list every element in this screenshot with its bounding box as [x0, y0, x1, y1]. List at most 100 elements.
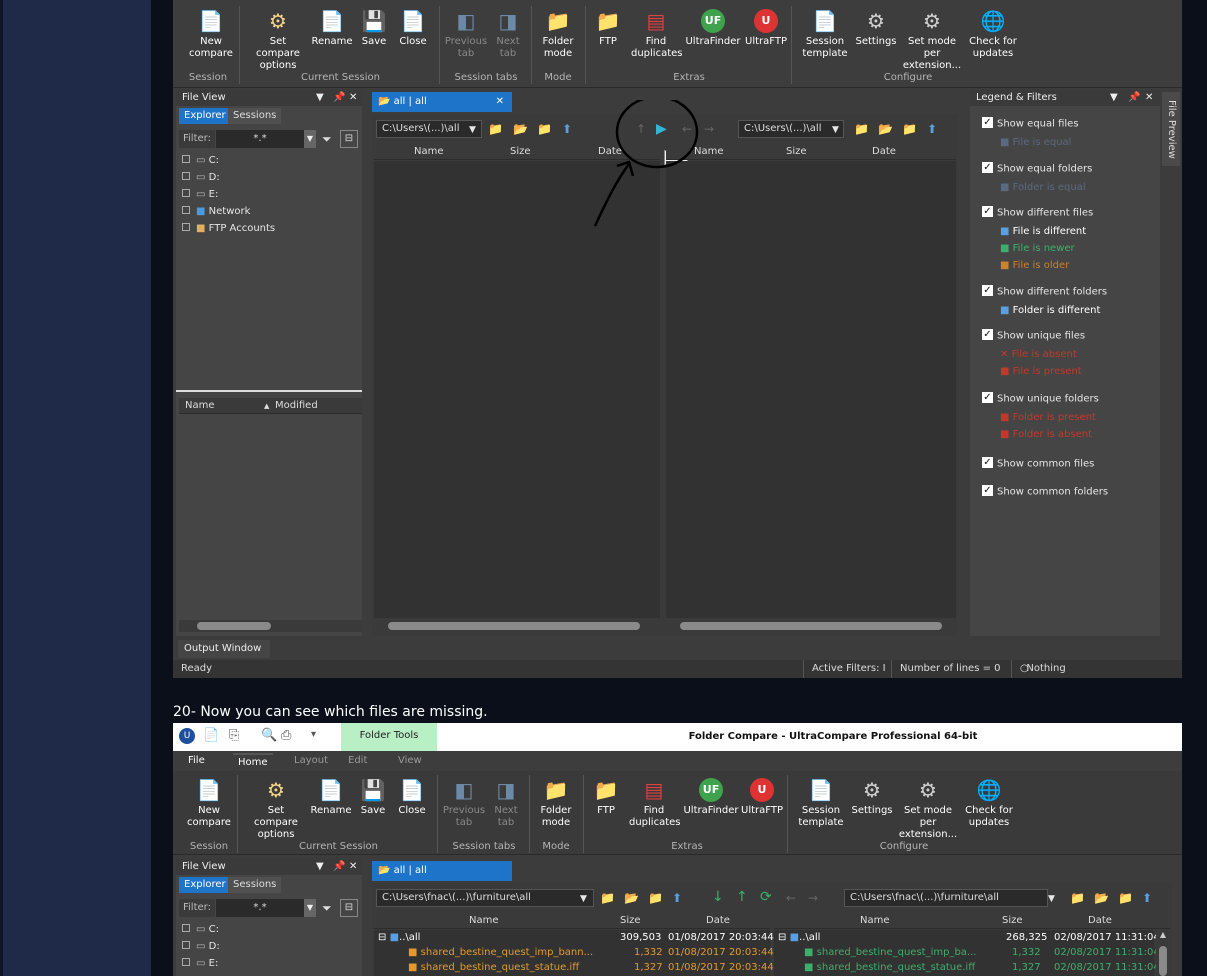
right-horizontal-scrollbar[interactable] — [666, 620, 956, 632]
compare-session-tab[interactable]: 📂 all | all — [372, 861, 512, 881]
right-file-list[interactable] — [666, 161, 956, 618]
rename-button[interactable]: 📄 Rename — [310, 8, 354, 48]
browse-folder-icon[interactable]: 📂 — [1094, 890, 1109, 906]
filter-equal-files[interactable]: ✓ Show equal files — [982, 117, 1079, 130]
ultrafinder-button[interactable]: UF UltraFinder — [683, 8, 743, 48]
checkbox[interactable]: ✓ — [982, 117, 993, 128]
checkbox[interactable]: ✓ — [982, 329, 993, 340]
filter-dropdown[interactable]: ▼ — [304, 130, 316, 148]
close-button[interactable]: 📄 Close — [395, 8, 431, 48]
tree-item-network[interactable]: ■ Network — [182, 203, 275, 220]
recent-folder-icon[interactable]: 📁 — [1118, 890, 1133, 906]
browse-folder-icon[interactable]: 📂 — [624, 890, 639, 906]
filter-unique-files[interactable]: ✓ Show unique files — [982, 329, 1085, 342]
preview-icon[interactable]: 🔍 — [261, 728, 277, 743]
checkbox[interactable]: ✓ — [982, 457, 993, 468]
folder-up-icon[interactable]: 📁 — [1070, 890, 1085, 906]
chevron-down-icon[interactable]: ▼ — [316, 90, 324, 106]
expand-icon[interactable] — [182, 924, 190, 932]
left-file-list[interactable]: ⊟ ■..\all 309,503 01/08/2017 20:03:44 ■ sh… — [374, 930, 774, 976]
close-icon[interactable]: ✕ — [1145, 90, 1153, 106]
list-item[interactable]: ■ shared_bestine_quest_statue.iff 1,327 02… — [804, 960, 1160, 975]
left-path-input[interactable]: C:\Users\fnac\(...)\furniture\all — [376, 889, 594, 907]
tree-item-c[interactable]: ▭ C: — [182, 152, 275, 169]
left-path-dropdown[interactable]: ▼ — [469, 122, 476, 138]
find-duplicates-button[interactable]: ▤ Find duplicates — [631, 8, 683, 60]
filter-different-folders[interactable]: ✓ Show different folders — [982, 285, 1107, 298]
refresh-icon[interactable]: ⟳ — [760, 889, 772, 905]
vertical-scrollbar[interactable]: ▲ — [1156, 930, 1170, 976]
folder-up-icon[interactable]: 📁 — [600, 890, 615, 906]
filter-equal-folders[interactable]: ✓ Show equal folders — [982, 162, 1092, 175]
session-template-button[interactable]: 📄 Session template — [793, 777, 849, 829]
folder-up-icon[interactable]: 📁 — [488, 121, 503, 137]
column-date[interactable]: Date — [706, 913, 730, 929]
horizontal-scrollbar[interactable] — [179, 620, 362, 632]
tab-sessions[interactable]: Sessions — [228, 108, 282, 124]
session-template-button[interactable]: 📄 Session template — [797, 8, 853, 60]
save-button[interactable]: 💾 Save — [355, 777, 391, 817]
tree-item-e[interactable]: ▭ E: — [182, 955, 220, 972]
expand-icon[interactable] — [182, 958, 190, 966]
copy-icon[interactable]: ⎘ — [229, 728, 239, 743]
find-duplicates-button[interactable]: ▤ Find duplicates — [629, 777, 681, 829]
next-tab-button[interactable]: ◨ Next tab — [487, 777, 525, 829]
set-compare-options-button[interactable]: ⚙ Set compare options — [247, 8, 309, 72]
scroll-thumb[interactable] — [1159, 946, 1167, 976]
save-button[interactable]: 💾 Save — [356, 8, 392, 48]
scroll-thumb[interactable] — [197, 622, 271, 630]
checkbox[interactable]: ✓ — [982, 285, 993, 296]
down-arrow-icon[interactable]: ↓ — [712, 889, 724, 905]
checkbox[interactable]: ✓ — [982, 392, 993, 403]
expand-icon[interactable] — [182, 155, 190, 163]
ftp-open-icon[interactable]: ⬆ — [1142, 890, 1152, 906]
expand-icon[interactable] — [182, 223, 190, 231]
up-arrow-icon[interactable]: ↑ — [736, 889, 748, 905]
output-window-tab[interactable]: Output Window — [178, 640, 270, 658]
tree-item-e[interactable]: ▭ E: — [182, 186, 275, 203]
folder-mode-button[interactable]: 📁 Folder mode — [535, 8, 581, 60]
collapse-icon[interactable]: ⊟ — [378, 932, 386, 943]
menu-layout[interactable]: Layout — [289, 753, 333, 769]
rename-button[interactable]: 📄 Rename — [309, 777, 353, 817]
checkbox[interactable]: ✓ — [982, 485, 993, 496]
column-size[interactable]: Size — [620, 913, 641, 929]
tab-explorer[interactable]: Explorer — [179, 877, 231, 893]
column-date[interactable]: Date — [872, 144, 896, 160]
recent-folder-icon[interactable]: 📁 — [648, 890, 663, 906]
set-mode-per-extension-button[interactable]: ⚙ Set mode per extension... — [895, 777, 961, 841]
ultrafinder-button[interactable]: UF UltraFinder — [681, 777, 741, 817]
check-for-updates-button[interactable]: 🌐 Check for updates — [967, 8, 1019, 60]
tree-item-d[interactable]: ▭ D: — [182, 938, 220, 955]
file-preview-side-tab[interactable]: File Preview — [1162, 92, 1180, 166]
filter-different-files[interactable]: ✓ Show different files — [982, 206, 1093, 219]
settings-button[interactable]: ⚙ Settings — [849, 777, 895, 817]
close-icon[interactable]: ✕ — [349, 859, 357, 875]
filter-common-files[interactable]: ✓ Show common files — [982, 457, 1094, 470]
column-date[interactable]: Date — [1088, 913, 1112, 929]
browse-folder-icon[interactable]: 📂 — [513, 121, 528, 137]
compare-session-tab[interactable]: 📂 all | all ✕ — [372, 92, 512, 112]
expand-icon[interactable] — [182, 941, 190, 949]
menu-file[interactable]: File — [183, 753, 210, 769]
right-file-list[interactable]: ⊟ ■..\all 268,325 02/08/2017 11:31:04 ■ sh… — [774, 930, 1160, 976]
expand-icon[interactable] — [182, 206, 190, 214]
column-name[interactable]: Name — [860, 913, 890, 929]
menu-view[interactable]: View — [393, 753, 427, 769]
checkbox[interactable]: ✓ — [982, 162, 993, 173]
list-item[interactable]: ⊟ ■..\all 268,325 02/08/2017 11:31:04 — [778, 930, 1160, 945]
app-icon[interactable]: U — [179, 728, 195, 744]
set-mode-per-extension-button[interactable]: ⚙ Set mode per extension... — [899, 8, 965, 72]
funnel-icon[interactable]: ⏷ — [322, 899, 336, 917]
ftp-open-icon[interactable]: ⬆ — [672, 890, 682, 906]
ultraftp-button[interactable]: U UltraFTP — [739, 777, 785, 817]
scroll-up-icon[interactable]: ▲ — [1156, 930, 1170, 939]
expand-icon[interactable] — [182, 172, 190, 180]
new-compare-button[interactable]: 📄 New compare — [183, 8, 239, 60]
filter-input[interactable]: *.* — [216, 130, 304, 148]
next-tab-button[interactable]: ◨ Next tab — [489, 8, 527, 60]
left-horizontal-scrollbar[interactable] — [374, 620, 660, 632]
filter-common-folders[interactable]: ✓ Show common folders — [982, 485, 1108, 498]
column-modified[interactable]: Modified — [275, 398, 318, 414]
splitter[interactable] — [176, 390, 362, 392]
